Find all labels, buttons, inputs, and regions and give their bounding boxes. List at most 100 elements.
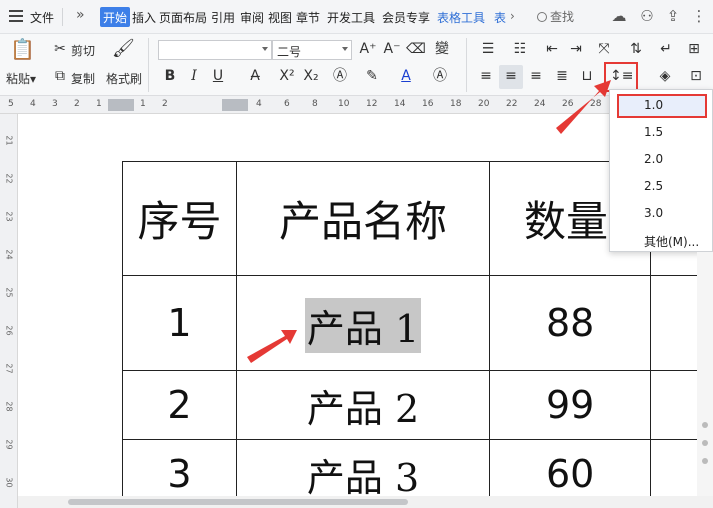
distributed-icon[interactable]: ⊔: [577, 67, 597, 87]
table-cell[interactable]: 2: [122, 370, 237, 440]
italic-button[interactable]: I: [184, 67, 204, 87]
numbered-list-icon[interactable]: ☷: [510, 40, 530, 60]
decrease-indent-icon[interactable]: ⇤: [542, 40, 562, 60]
tab-table-style[interactable]: 表: [494, 9, 506, 26]
horizontal-ruler[interactable]: 5 4 3 2 1 1 2 4 6 8 10 12 14 16 18 20 22…: [0, 96, 713, 114]
chinese-layout-icon[interactable]: ⤧: [594, 40, 614, 60]
row-number: 1: [167, 301, 192, 345]
ruler-number: 20: [478, 99, 490, 109]
tab-member[interactable]: 会员专享: [382, 9, 430, 26]
align-left-icon[interactable]: ≡: [476, 67, 496, 87]
line-spacing-icon[interactable]: ↕≡: [610, 67, 633, 87]
line-spacing-dropdown: 1.0 1.5 2.0 2.5 3.0 其他(M)...: [609, 89, 713, 252]
more-icon[interactable]: ⋮: [690, 7, 708, 25]
ruler-number: 5: [8, 99, 14, 109]
scissors-icon[interactable]: ✂: [50, 40, 70, 60]
font-size-select[interactable]: 二号: [272, 40, 352, 60]
table-cell[interactable]: 产品 2: [236, 370, 490, 440]
tab-insert[interactable]: 插入: [132, 9, 156, 26]
ruler-number: 26: [562, 99, 574, 109]
scrollbar-thumb[interactable]: [68, 499, 408, 505]
line-spacing-option[interactable]: 1.5: [644, 125, 663, 139]
shading-icon[interactable]: ◈: [655, 67, 675, 87]
font-color-icon[interactable]: A: [396, 67, 416, 87]
char-shading-icon[interactable]: Ⓐ: [430, 67, 450, 87]
tab-developer[interactable]: 开发工具: [327, 9, 375, 26]
vertical-scrollbar[interactable]: [697, 252, 713, 496]
tab-chapter[interactable]: 章节: [296, 9, 320, 26]
font-name-select[interactable]: [158, 40, 272, 60]
table-header-cell[interactable]: 序号: [122, 161, 237, 276]
table-cell[interactable]: 99: [489, 370, 651, 440]
line-spacing-option[interactable]: 1.0: [644, 98, 663, 112]
divider: [148, 38, 149, 92]
tab-home[interactable]: 开始: [100, 7, 131, 27]
menu-bar: 文件 » 开始 插入 页面布局 引用 审阅 视图 章节 开发工具 会员专享 表格…: [0, 0, 713, 34]
paste-icon[interactable]: 📋: [10, 39, 35, 60]
align-center-icon[interactable]: ≡: [501, 67, 521, 87]
divider: [466, 38, 467, 92]
ruler-number: 1: [140, 99, 146, 109]
line-spacing-option-more[interactable]: 其他(M)...: [644, 233, 699, 250]
cut-button[interactable]: 剪切: [71, 42, 95, 59]
ruler-number: 24: [534, 99, 546, 109]
justify-icon[interactable]: ≣: [552, 67, 572, 87]
chevron-double-right-icon[interactable]: »: [76, 7, 85, 23]
bold-button[interactable]: B: [160, 67, 180, 87]
copy-button[interactable]: 复制: [71, 70, 95, 87]
chevron-down-icon: [342, 47, 348, 51]
ruler-number: 10: [338, 99, 350, 109]
tab-table-tools[interactable]: 表格工具: [437, 9, 485, 26]
align-right-icon[interactable]: ≡: [526, 67, 546, 87]
ruler-number: 27: [4, 363, 14, 374]
line-spacing-option[interactable]: 3.0: [644, 206, 663, 220]
subscript-icon[interactable]: X₂: [301, 67, 321, 87]
format-painter-button[interactable]: 格式刷: [106, 70, 142, 87]
tab-page-layout[interactable]: 页面布局: [159, 9, 207, 26]
grow-font-icon[interactable]: A⁺: [358, 40, 378, 60]
share-icon[interactable]: ⇪: [664, 7, 682, 25]
clear-format-icon[interactable]: ⌫: [406, 40, 426, 60]
line-spacing-option[interactable]: 2.0: [644, 152, 663, 166]
user-icon[interactable]: ⚇: [638, 7, 656, 25]
ruler-number: 2: [74, 99, 80, 109]
increase-indent-icon[interactable]: ⇥: [566, 40, 586, 60]
table-header-cell[interactable]: 产品名称: [236, 161, 490, 276]
chevron-right-icon[interactable]: ›: [510, 9, 515, 23]
ribbon: 📋 粘贴▾ ✂ 剪切 ⧉ 复制 🖌 格式刷 二号 A⁺ A⁻ ⌫ 變 B I U…: [0, 34, 713, 96]
row-number: 3: [167, 452, 192, 496]
horizontal-scrollbar[interactable]: [18, 496, 713, 508]
product-name: 产品 3: [306, 455, 420, 500]
vertical-ruler[interactable]: 21 22 23 24 25 26 27 28 29 30: [0, 114, 18, 508]
bullet-list-icon[interactable]: ☰: [478, 40, 498, 60]
strikethrough-icon[interactable]: A̶: [245, 67, 265, 87]
paste-button[interactable]: 粘贴▾: [6, 70, 36, 87]
menu-file[interactable]: 文件: [30, 9, 54, 26]
sort-icon[interactable]: ⇅: [626, 40, 646, 60]
search-box[interactable]: 查找: [537, 8, 574, 25]
underline-button[interactable]: U: [208, 67, 228, 87]
row-number: 2: [167, 383, 192, 427]
table-cell[interactable]: 1: [122, 275, 237, 371]
copy-icon[interactable]: ⧉: [50, 67, 70, 87]
cloud-icon[interactable]: ☁: [610, 7, 628, 25]
table-cell[interactable]: 产品 1: [236, 275, 490, 371]
menu-icon[interactable]: [9, 10, 23, 22]
selected-text: 产品 1: [304, 298, 422, 353]
quantity-value: 60: [546, 452, 595, 496]
highlight-icon[interactable]: ✎: [362, 67, 382, 87]
ruler-number: 28: [4, 401, 14, 412]
tab-references[interactable]: 引用: [211, 9, 235, 26]
line-spacing-option[interactable]: 2.5: [644, 179, 663, 193]
superscript-icon[interactable]: X²: [277, 67, 297, 87]
shrink-font-icon[interactable]: A⁻: [382, 40, 402, 60]
borders-icon[interactable]: ⊞: [684, 40, 704, 60]
phonetic-icon[interactable]: 變: [432, 40, 452, 60]
text-effect-icon[interactable]: Ⓐ: [330, 67, 350, 87]
border-options-icon[interactable]: ⊡: [686, 67, 706, 87]
show-marks-icon[interactable]: ↵: [656, 40, 676, 60]
tab-review[interactable]: 审阅: [240, 9, 264, 26]
tab-view[interactable]: 视图: [268, 9, 292, 26]
format-painter-icon[interactable]: 🖌: [112, 40, 135, 60]
table-cell[interactable]: 88: [489, 275, 651, 371]
